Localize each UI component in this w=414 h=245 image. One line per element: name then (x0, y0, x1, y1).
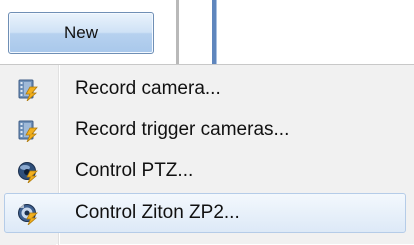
ptz-camera-icon (17, 161, 39, 184)
ziton-panel-icon (17, 203, 39, 226)
menu-item-label: Record camera... (75, 78, 221, 99)
menu-item-record-camera[interactable]: Record camera... (4, 69, 406, 109)
new-dropdown-menu: Record camera... Record trigger cameras.… (0, 64, 414, 245)
menu-item-label: Record trigger cameras... (75, 119, 290, 140)
film-lightning-icon (17, 79, 39, 102)
toolbar: New (0, 0, 414, 70)
panel-splitter-highlight (216, 0, 217, 70)
menu-item-label: Control PTZ... (75, 160, 194, 181)
new-button[interactable]: New (8, 12, 154, 54)
film-lightning-icon (17, 120, 39, 143)
menu-item-control-ptz[interactable]: Control PTZ... (4, 151, 406, 191)
menu-item-control-ziton-zp2[interactable]: Control Ziton ZP2... (4, 193, 406, 233)
new-button-label: New (63, 23, 98, 42)
menu-item-record-trigger-cameras[interactable]: Record trigger cameras... (4, 110, 406, 150)
toolbar-separator (176, 0, 179, 64)
menu-item-label: Control Ziton ZP2... (75, 202, 240, 223)
